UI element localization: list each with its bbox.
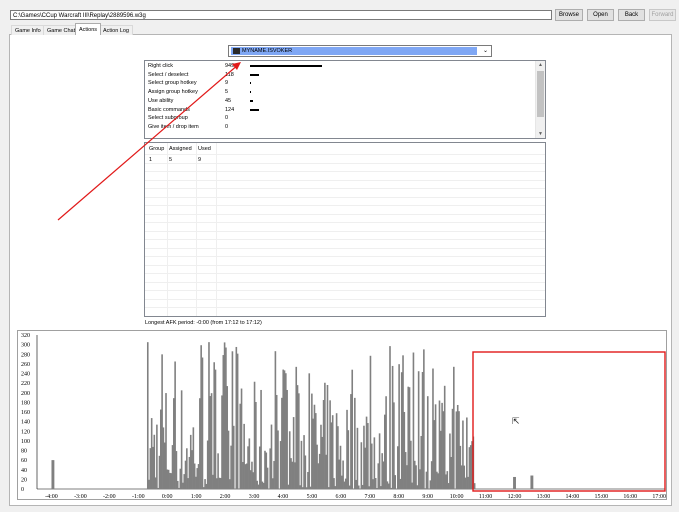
tab-actions[interactable]: Actions <box>75 23 102 35</box>
mouse-pointer-icon: ⇱ <box>512 416 520 426</box>
annotation-overlay <box>57 62 666 492</box>
annotation-arrow-line <box>57 63 240 221</box>
annotation-highlight-box <box>472 351 666 492</box>
